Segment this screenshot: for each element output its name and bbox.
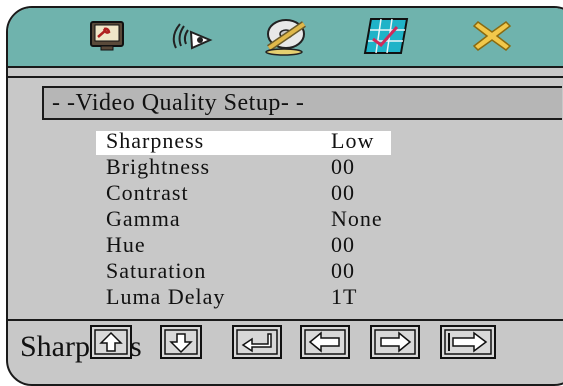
audio-setup-icon[interactable] <box>168 13 216 59</box>
menu-item-saturation[interactable]: Saturation 00 <box>96 258 391 285</box>
exit-icon[interactable] <box>468 13 516 59</box>
down-arrow-icon <box>160 325 202 359</box>
menu-item-label: Luma Delay <box>106 284 226 309</box>
menu-item-value: None <box>331 206 383 231</box>
divider <box>8 76 563 78</box>
section-title: - -Video Quality Setup- - <box>52 90 305 116</box>
setup-category-bar <box>8 8 563 68</box>
menu-item-value: 00 <box>331 258 355 283</box>
right-arrow-button[interactable] <box>370 325 420 359</box>
left-arrow-icon <box>300 325 350 359</box>
menu-item-label: Hue <box>106 232 146 257</box>
menu-item-sharpness[interactable]: Sharpness Low <box>96 128 391 155</box>
menu-item-value: 00 <box>331 154 355 179</box>
left-arrow-button[interactable] <box>300 325 350 359</box>
next-page-button[interactable] <box>440 325 496 359</box>
menu-item-label: Brightness <box>106 154 211 179</box>
general-setup-icon[interactable] <box>83 13 131 59</box>
down-arrow-button[interactable] <box>160 325 202 359</box>
up-arrow-button[interactable] <box>90 325 132 359</box>
menu-item-value: 1T <box>331 284 358 309</box>
menu-item-label: Sharpness <box>106 128 205 153</box>
enter-button[interactable] <box>232 325 282 359</box>
video-setup-icon[interactable] <box>362 13 410 59</box>
next-page-icon <box>440 325 496 359</box>
menu-item-brightness[interactable]: Brightness 00 <box>96 154 391 181</box>
menu-item-hue[interactable]: Hue 00 <box>96 232 391 259</box>
up-arrow-icon <box>90 325 132 359</box>
dolby-digital-setup-icon[interactable] <box>263 13 311 59</box>
status-divider <box>8 319 563 321</box>
enter-icon <box>232 325 282 359</box>
menu-item-luma-delay[interactable]: Luma Delay 1T <box>96 284 391 311</box>
menu-item-label: Saturation <box>106 258 207 283</box>
menu-item-contrast[interactable]: Contrast 00 <box>96 180 391 207</box>
menu-item-value: 00 <box>331 232 355 257</box>
right-arrow-icon <box>370 325 420 359</box>
menu-item-label: Gamma <box>106 206 181 231</box>
menu-item-label: Contrast <box>106 180 189 205</box>
menu-item-value: Low <box>331 128 375 153</box>
menu-item-gamma[interactable]: Gamma None <box>96 206 391 233</box>
menu-item-value: 00 <box>331 180 355 205</box>
